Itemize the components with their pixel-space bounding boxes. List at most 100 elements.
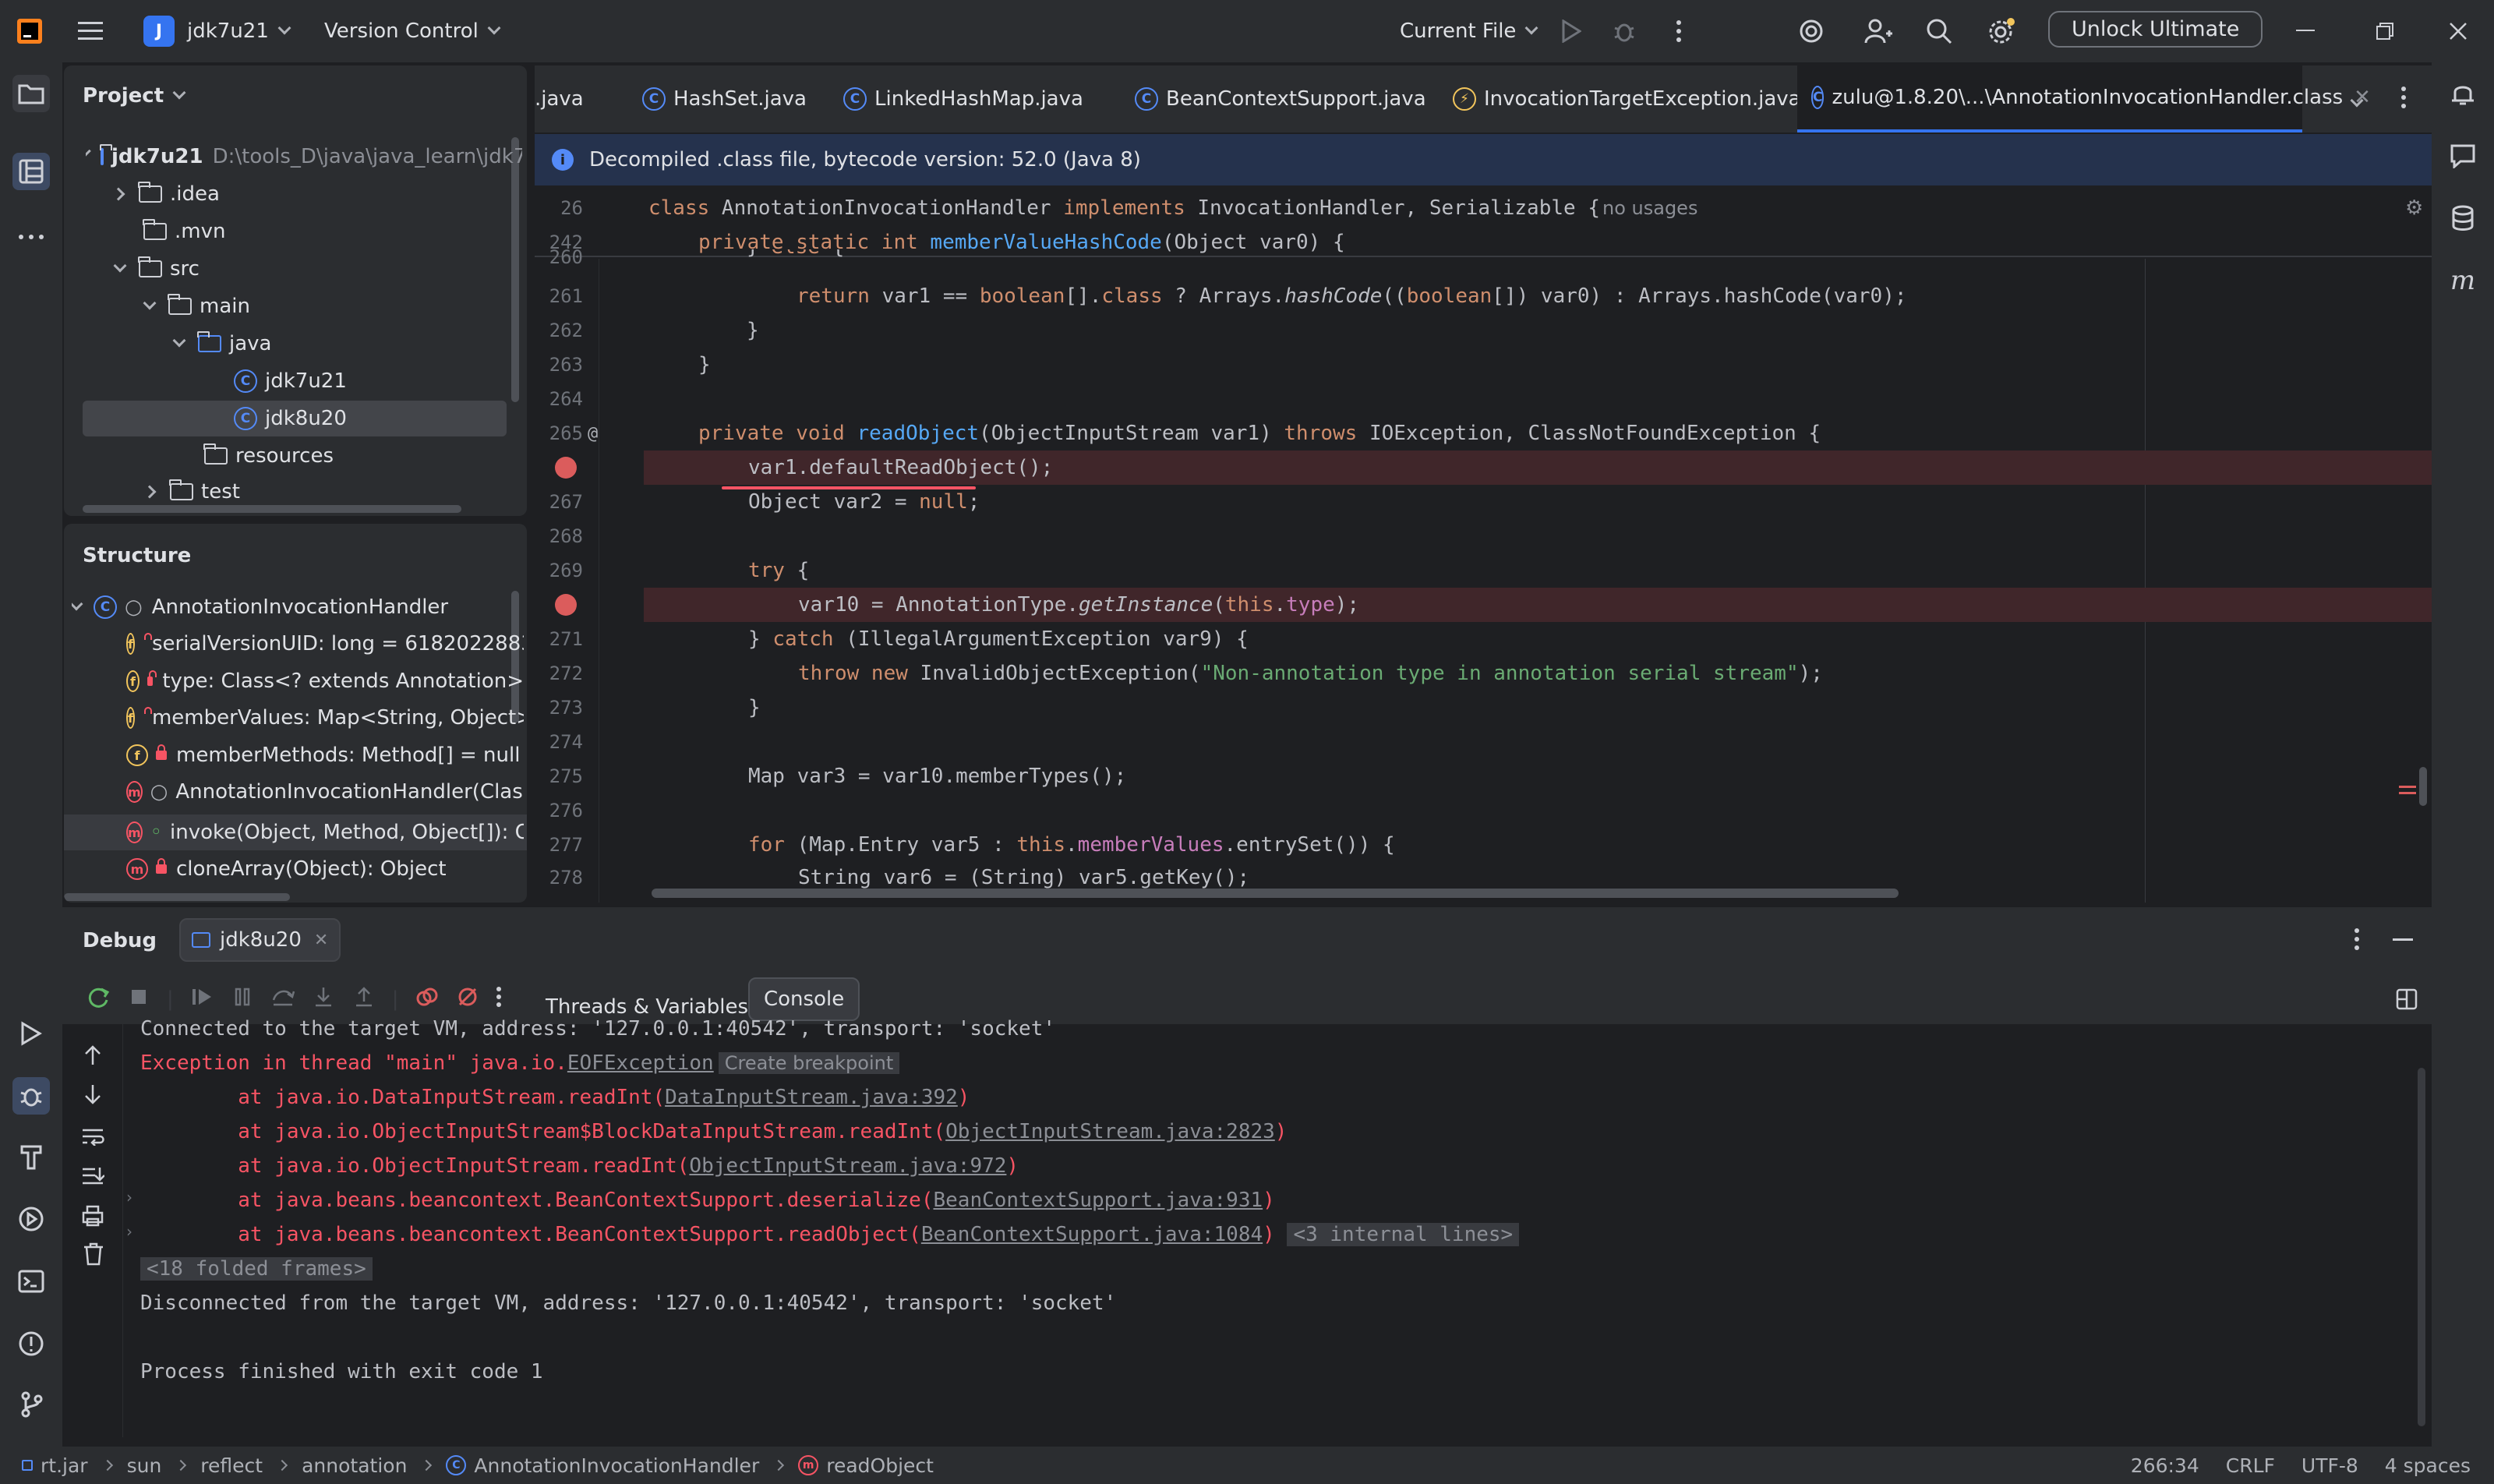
breakpoint-icon[interactable] — [555, 594, 577, 616]
database-icon[interactable] — [2444, 200, 2482, 237]
resume-icon[interactable] — [189, 984, 214, 1015]
close-icon[interactable] — [2443, 16, 2474, 47]
code-line[interactable]: 262 } — [535, 313, 2432, 348]
create-breakpoint-chip[interactable]: Create breakpoint — [718, 1052, 900, 1074]
code-line[interactable]: 277 for (Map.Entry var5 : this.memberVal… — [535, 828, 2432, 862]
run-tool-icon[interactable] — [12, 1015, 50, 1052]
more-vertical-icon[interactable] — [1663, 16, 1694, 47]
tree-item-test[interactable]: test — [143, 474, 240, 510]
scroll-down-icon[interactable] — [83, 1083, 103, 1111]
step-into-icon[interactable] — [311, 984, 336, 1015]
editor-tab[interactable]: .java — [535, 65, 598, 132]
expand-chevron-icon[interactable]: › — [126, 1188, 132, 1207]
code-line[interactable]: 276 — [535, 793, 2432, 828]
error-stripe-marker[interactable] — [2399, 786, 2416, 788]
structure-member[interactable]: f type: Class<? extends Annotation> — [126, 663, 524, 699]
editor-vscrollbar[interactable] — [2419, 767, 2427, 806]
indent-setting[interactable]: 4 spaces — [2385, 1454, 2471, 1477]
main-menu-icon[interactable] — [75, 16, 106, 47]
project-panel-header[interactable]: Project — [83, 84, 186, 108]
line-separator[interactable]: CRLF — [2226, 1454, 2275, 1477]
usages-hint[interactable]: no usages — [1602, 197, 1697, 219]
scroll-up-icon[interactable] — [83, 1044, 103, 1072]
debug-icon[interactable] — [1609, 16, 1640, 47]
code-line[interactable]: 260 } else { — [535, 249, 2432, 268]
services-icon[interactable] — [12, 1200, 50, 1238]
vcs-selector[interactable]: Version Control — [324, 16, 501, 47]
console-vscrollbar[interactable] — [2418, 1068, 2425, 1426]
breadcrumb-item[interactable]: rt.jar — [41, 1454, 88, 1477]
close-session-icon[interactable]: ✕ — [314, 931, 328, 950]
reader-mode-gear-icon[interactable]: ⚙ — [2405, 196, 2423, 220]
notifications-bell-icon[interactable] — [2444, 75, 2482, 112]
stop-icon[interactable] — [126, 984, 151, 1015]
expand-chevron-icon[interactable]: › — [126, 1222, 132, 1241]
editor-tab[interactable]: C LinkedHashMap.java — [829, 65, 1097, 132]
code-line[interactable]: 274 — [535, 725, 2432, 759]
structure-member[interactable]: m ○ AnnotationInvocationHandler(Class<? — [126, 774, 524, 810]
code-line-breakpoint[interactable]: var10 = AnnotationType.getInstance(this.… — [535, 588, 2432, 622]
run-config-selector[interactable]: Current File — [1400, 16, 1538, 47]
tree-item-jdk8u20[interactable]: C jdk8u20 — [234, 401, 347, 436]
project-scrollbar[interactable] — [511, 137, 519, 402]
structure-member[interactable]: f memberValues: Map<String, Object> — [126, 700, 524, 736]
code-line[interactable]: 264 — [535, 382, 2432, 416]
sticky-line[interactable]: 26 class AnnotationInvocationHandler imp… — [535, 191, 2432, 225]
exception-link[interactable]: EOFException — [567, 1051, 714, 1075]
more-vertical-icon[interactable] — [496, 986, 502, 1013]
add-user-icon[interactable] — [1863, 16, 1894, 47]
code-line[interactable]: 267 Object var2 = null; — [535, 485, 2432, 519]
tabs-more-icon[interactable] — [2400, 86, 2407, 115]
caret-position[interactable]: 266:34 — [2131, 1454, 2199, 1477]
code-line[interactable]: 265 @ private void readObject(ObjectInpu… — [535, 416, 2432, 450]
code-line[interactable]: 263 } — [535, 348, 2432, 382]
structure-member[interactable]: f serialVersionUID: long = 618202288365 — [126, 626, 524, 662]
project-folder-icon[interactable] — [12, 75, 50, 112]
structure-member[interactable]: m cloneArray(Object): Object — [126, 851, 524, 887]
tree-item-resources[interactable]: resources — [203, 438, 334, 474]
breadcrumb-item[interactable]: annotation — [302, 1454, 407, 1477]
build-hammer-icon[interactable] — [12, 1138, 50, 1175]
editor-hscrollbar[interactable] — [652, 889, 1899, 898]
restore-icon[interactable] — [2369, 16, 2400, 47]
debug-session-tab[interactable]: jdk8u20 ✕ — [179, 918, 341, 962]
folded-frames-chip[interactable]: <18 folded frames> — [140, 1257, 373, 1281]
tabs-dropdown-icon[interactable] — [2350, 87, 2364, 111]
ai-chat-icon[interactable] — [2444, 137, 2482, 175]
file-encoding[interactable]: UTF-8 — [2301, 1454, 2358, 1477]
soft-wrap-icon[interactable] — [81, 1127, 104, 1151]
internal-lines-chip[interactable]: <3 internal lines> — [1287, 1223, 1520, 1246]
code-line[interactable]: 272 throw new InvalidObjectException("No… — [535, 656, 2432, 691]
breadcrumb-item[interactable]: readObject — [826, 1454, 934, 1477]
clear-trash-icon[interactable] — [83, 1242, 104, 1271]
editor-tab[interactable]: C BeanContextSupport.java — [1121, 65, 1440, 132]
problems-icon[interactable] — [12, 1325, 50, 1362]
minimize-icon[interactable] — [2290, 16, 2321, 47]
step-over-icon[interactable] — [270, 984, 295, 1015]
code-line-breakpoint[interactable]: var1.defaultReadObject(); — [535, 450, 2432, 485]
code-line[interactable]: 261 return var1 == boolean[].class ? Arr… — [535, 279, 2432, 313]
debug-more-icon[interactable] — [2354, 928, 2360, 956]
editor-tab-active[interactable]: Czulu@1.8.20\...\AnnotationInvocationHan… — [1797, 65, 2371, 132]
git-branch-icon[interactable] — [12, 1386, 50, 1423]
structure-icon[interactable] — [12, 153, 50, 190]
more-tools-icon[interactable] — [12, 218, 50, 256]
structure-class[interactable]: C ○ AnnotationInvocationHandler — [72, 589, 524, 625]
ai-assistant-icon[interactable] — [1796, 16, 1827, 47]
mute-breakpoints-icon[interactable] — [455, 984, 480, 1015]
step-out-icon[interactable] — [351, 984, 376, 1015]
tree-item-main[interactable]: main — [143, 288, 250, 324]
project-selector[interactable]: J jdk7u21 — [143, 16, 291, 47]
scroll-to-end-icon[interactable] — [81, 1166, 105, 1192]
stack-link[interactable]: ObjectInputStream.java:972 — [689, 1154, 1006, 1178]
error-stripe-marker[interactable] — [2399, 792, 2416, 794]
structure-member[interactable]: f memberMethods: Method[] = null — [126, 737, 524, 773]
rerun-icon[interactable] — [86, 984, 111, 1015]
tree-item-src[interactable]: src — [113, 251, 200, 287]
print-icon[interactable] — [81, 1205, 104, 1232]
stack-link[interactable]: BeanContextSupport.java:931 — [933, 1189, 1263, 1212]
terminal-icon[interactable] — [12, 1263, 50, 1300]
unlock-ultimate-button[interactable]: Unlock Ultimate — [2048, 11, 2263, 48]
tree-item-mvn[interactable]: .mvn — [143, 214, 225, 249]
tree-root[interactable]: jdk7u21 D:\tools_D\java\java_learn\jdk7u — [86, 139, 522, 175]
